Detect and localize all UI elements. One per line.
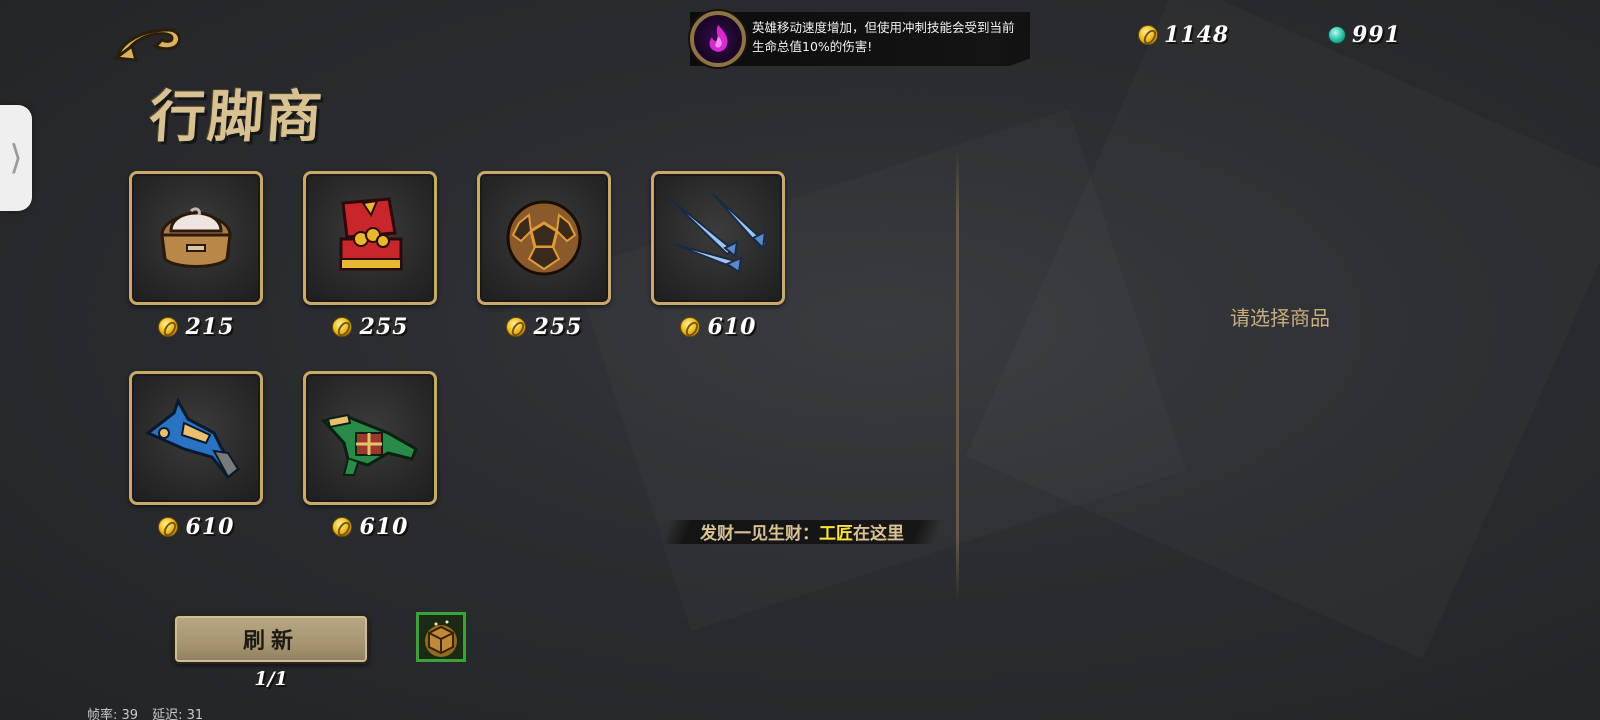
gem-balance: 991	[1328, 22, 1401, 48]
price-value: 255	[359, 314, 409, 340]
latency-readout: 延迟: 31	[152, 708, 204, 720]
gold-coin-icon	[331, 517, 352, 537]
shop-item-green-gift-blaster[interactable]	[303, 371, 437, 505]
back-button[interactable]	[112, 16, 186, 64]
glowing-box-icon	[425, 620, 457, 657]
price-value: 610	[185, 514, 235, 540]
item-price: 610	[303, 514, 437, 540]
price-value: 255	[533, 314, 583, 340]
item-price: 610	[129, 514, 263, 540]
gold-balance: 1148	[1138, 22, 1229, 48]
item-price: 255	[303, 314, 437, 340]
side-panel-toggle[interactable]: ⟩	[0, 105, 32, 211]
gold-coin-icon	[679, 317, 700, 337]
shop-item-bronze-hex-ball[interactable]	[477, 171, 611, 305]
blue-blaster-icon	[145, 397, 241, 480]
gold-coin-icon	[157, 317, 178, 337]
item-price: 610	[651, 314, 785, 340]
hex-ball-icon	[506, 200, 582, 276]
fps-readout: 帧率: 39	[87, 708, 139, 720]
craftsman-tip: 发财一见生财：工匠在这里	[666, 519, 938, 544]
steamed-bun-icon	[160, 207, 232, 268]
item-price: 255	[477, 314, 611, 340]
ice-blades-icon	[668, 193, 769, 274]
gold-amount: 1148	[1164, 22, 1230, 48]
tip-prefix: 发财一见生财：	[700, 524, 819, 544]
shop-item-blue-gold-blaster[interactable]	[129, 371, 263, 505]
gold-coin-icon	[331, 317, 352, 337]
price-value: 610	[707, 314, 757, 340]
gold-coin-icon	[505, 317, 526, 337]
price-value: 215	[185, 314, 235, 340]
buff-description: 英雄移动速度增加，但使用冲刺技能会受到当前生命总值10%的伤害!	[752, 20, 1015, 54]
chevron-right-icon: ⟩	[9, 138, 23, 178]
green-blaster-icon	[321, 413, 418, 476]
shop-item-ice-claw-blades[interactable]	[651, 171, 785, 305]
shop-item-steamed-bun-basket[interactable]	[129, 171, 263, 305]
tip-highlight: 工匠	[819, 524, 853, 544]
shop-title: 行脚商	[147, 84, 326, 150]
shop-item-red-treasure-chest[interactable]	[303, 171, 437, 305]
select-item-hint: 请选择商品	[1230, 306, 1330, 330]
purple-flame-icon	[690, 11, 746, 67]
gold-coin-icon	[157, 517, 178, 537]
item-price: 215	[129, 314, 263, 340]
perf-stats: 帧率: 39 延迟: 31	[87, 704, 203, 720]
price-value: 610	[359, 514, 409, 540]
refresh-count: 1/1	[254, 668, 288, 690]
treasure-chest-icon	[339, 197, 403, 271]
gem-icon	[1328, 26, 1346, 44]
panel-divider	[956, 150, 959, 600]
gem-amount: 991	[1352, 22, 1401, 48]
refresh-button[interactable]: 刷新	[173, 614, 369, 664]
treasure-box-button[interactable]	[416, 612, 466, 662]
tip-suffix: 在这里	[853, 524, 904, 544]
gold-coin-icon	[1138, 25, 1158, 45]
back-arrow-icon	[112, 28, 182, 62]
